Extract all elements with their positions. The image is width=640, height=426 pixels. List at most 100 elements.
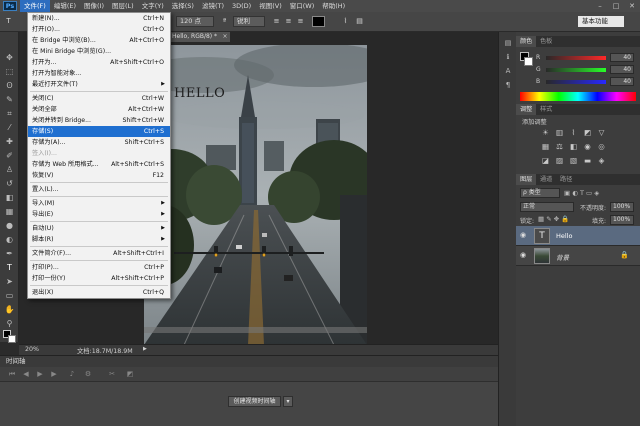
menu-view[interactable]: 视图(V) — [255, 0, 286, 12]
file-menu-item[interactable]: 存储(S) Ctrl+S — [28, 126, 170, 137]
zoom-tool-icon[interactable]: ⚲ — [4, 318, 15, 329]
hand-tool-icon[interactable]: ✋ — [4, 304, 15, 315]
file-menu-item[interactable]: 存储为 Web 所用格式... Alt+Shift+Ctrl+S — [28, 159, 170, 170]
type-tool-icon[interactable]: T — [4, 262, 15, 273]
file-menu-item[interactable]: 打印(P)... Ctrl+P — [28, 262, 170, 273]
play-icon[interactable]: ▶ — [34, 369, 46, 380]
background-color-swatch[interactable] — [8, 335, 16, 343]
threshold-icon[interactable]: ▧ — [568, 156, 579, 166]
menu-image[interactable]: 图像(I) — [80, 0, 108, 12]
posterize-icon[interactable]: ▨ — [554, 156, 565, 166]
properties-panel-icon[interactable]: ℹ — [502, 52, 514, 63]
file-menu-item[interactable]: 导入(M) ▶ — [28, 198, 170, 209]
marquee-tool-icon[interactable]: ⬚ — [4, 66, 15, 77]
vibrance-icon[interactable]: ▽ — [596, 128, 607, 138]
file-menu-item[interactable]: 最近打开文件(T) ▶ — [28, 79, 170, 90]
blue-value[interactable]: 40 — [610, 77, 634, 86]
file-menu-item[interactable]: 关闭并转到 Bridge... Shift+Ctrl+W — [28, 115, 170, 126]
curves-icon[interactable]: ⌇ — [568, 128, 579, 138]
green-slider[interactable]: G 40 — [536, 65, 636, 74]
menu-select[interactable]: 选择(S) — [168, 0, 198, 12]
path-select-tool-icon[interactable]: ➤ — [4, 276, 15, 287]
file-menu-item[interactable]: 在 Mini Bridge 中浏览(G)... — [28, 46, 170, 57]
file-menu-item[interactable]: 打印一份(Y) Alt+Shift+Ctrl+P — [28, 273, 170, 284]
layer-row[interactable]: ◉ T Hello — [516, 226, 640, 246]
menu-file[interactable]: 文件(F) — [20, 0, 50, 12]
history-panel-icon[interactable]: ▤ — [502, 38, 514, 49]
menu-filter[interactable]: 滤镜(T) — [198, 0, 228, 12]
selective-color-icon[interactable]: ◈ — [596, 156, 607, 166]
status-arrow-icon[interactable]: ▶ — [143, 346, 147, 352]
align-center-icon[interactable]: ≡ — [283, 16, 294, 27]
quick-select-tool-icon[interactable]: ✎ — [4, 94, 15, 105]
file-menu-item[interactable]: 打开(O)... Ctrl+O — [28, 24, 170, 35]
transition-icon[interactable]: ◩ — [124, 369, 136, 380]
file-menu-item[interactable]: 脚本(R) ▶ — [28, 234, 170, 245]
text-color-swatch[interactable] — [312, 16, 325, 27]
exposure-icon[interactable]: ◩ — [582, 128, 593, 138]
tab-color[interactable]: 颜色 — [516, 36, 537, 47]
settings-icon[interactable]: ⚙ — [82, 369, 94, 380]
layer-kind-filter[interactable]: ρ 类型 — [520, 188, 560, 198]
minimize-icon[interactable]: – — [592, 0, 608, 12]
file-menu-item[interactable]: 新建(N)... Ctrl+N — [28, 13, 170, 24]
pen-tool-icon[interactable]: ✒ — [4, 248, 15, 259]
gradient-map-icon[interactable]: ▬ — [582, 156, 593, 166]
menu-layer[interactable]: 图层(L) — [108, 0, 138, 12]
warp-text-icon[interactable]: ⌇ — [340, 16, 351, 27]
levels-icon[interactable]: ▥ — [554, 128, 565, 138]
tab-layers[interactable]: 图层 — [516, 174, 537, 185]
visibility-eye-icon[interactable]: ◉ — [520, 251, 526, 259]
align-left-icon[interactable]: ≡ — [271, 16, 282, 27]
file-menu-item[interactable]: 打开为... Alt+Shift+Ctrl+O — [28, 57, 170, 68]
audio-icon[interactable]: ♪ — [66, 369, 78, 380]
hue-saturation-icon[interactable]: ▦ — [540, 142, 551, 152]
paragraph-panel-icon[interactable]: ¶ — [502, 80, 514, 91]
visibility-eye-icon[interactable]: ◉ — [520, 231, 526, 239]
brightness-icon[interactable]: ☀ — [540, 128, 551, 138]
layer-name[interactable]: 背景 — [556, 252, 569, 262]
prev-frame-icon[interactable]: ◀ — [20, 369, 32, 380]
brush-tool-icon[interactable]: ✐ — [4, 150, 15, 161]
photo-filter-icon[interactable]: ◉ — [582, 142, 593, 152]
eraser-tool-icon[interactable]: ◧ — [4, 192, 15, 203]
next-frame-icon[interactable]: ▶ — [48, 369, 60, 380]
menu-window[interactable]: 窗口(W) — [286, 0, 319, 12]
blur-tool-icon[interactable]: ● — [4, 220, 15, 231]
black-white-icon[interactable]: ◧ — [568, 142, 579, 152]
dodge-tool-icon[interactable]: ◐ — [4, 234, 15, 245]
history-brush-icon[interactable]: ↺ — [4, 178, 15, 189]
align-right-icon[interactable]: ≡ — [295, 16, 306, 27]
color-spectrum[interactable] — [520, 92, 636, 101]
lock-icons[interactable]: ▦ ✎ ✥ 🔒 — [538, 215, 569, 223]
lasso-tool-icon[interactable]: ʘ — [4, 80, 15, 91]
eyedropper-tool-icon[interactable]: ⁄ — [4, 122, 15, 133]
file-menu-item[interactable]: 文件简介(F)... Alt+Shift+Ctrl+I — [28, 248, 170, 259]
fill-field[interactable]: 100% — [610, 215, 634, 225]
close-icon[interactable]: ✕ — [624, 0, 640, 12]
file-menu-item[interactable]: 关闭(C) Ctrl+W — [28, 93, 170, 104]
green-value[interactable]: 40 — [610, 65, 634, 74]
canvas-image[interactable]: HELLO — [144, 45, 367, 345]
workspace-select[interactable]: 基本功能 — [578, 16, 624, 27]
file-menu-item[interactable]: 关闭全部 Alt+Ctrl+W — [28, 104, 170, 115]
menu-edit[interactable]: 编辑(E) — [50, 0, 80, 12]
filter-icons[interactable]: ▣ ◐ T ▭ ◈ — [564, 189, 599, 197]
menu-3d[interactable]: 3D(D) — [228, 0, 255, 12]
healing-tool-icon[interactable]: ✚ — [4, 136, 15, 147]
font-size-field[interactable]: 120 点 — [176, 16, 214, 27]
file-menu-item[interactable]: 导出(E) ▶ — [28, 209, 170, 220]
invert-icon[interactable]: ◪ — [540, 156, 551, 166]
crop-tool-icon[interactable]: ⌗ — [4, 108, 15, 119]
file-menu-item[interactable]: 自动(U) ▶ — [28, 223, 170, 234]
maximize-icon[interactable]: □ — [608, 0, 624, 12]
file-menu-item[interactable]: 恢复(V) F12 — [28, 170, 170, 181]
zoom-level[interactable]: 20% — [25, 346, 39, 353]
character-panel-icon[interactable]: A — [502, 66, 514, 77]
stamp-tool-icon[interactable]: ♙ — [4, 164, 15, 175]
tab-styles[interactable]: 样式 — [536, 104, 556, 115]
opacity-field[interactable]: 100% — [610, 202, 634, 212]
chevron-down-icon[interactable]: ▾ — [283, 396, 293, 407]
character-panel-icon[interactable]: ▤ — [354, 16, 365, 27]
file-menu-item[interactable]: 存储为(A)... Shift+Ctrl+S — [28, 137, 170, 148]
